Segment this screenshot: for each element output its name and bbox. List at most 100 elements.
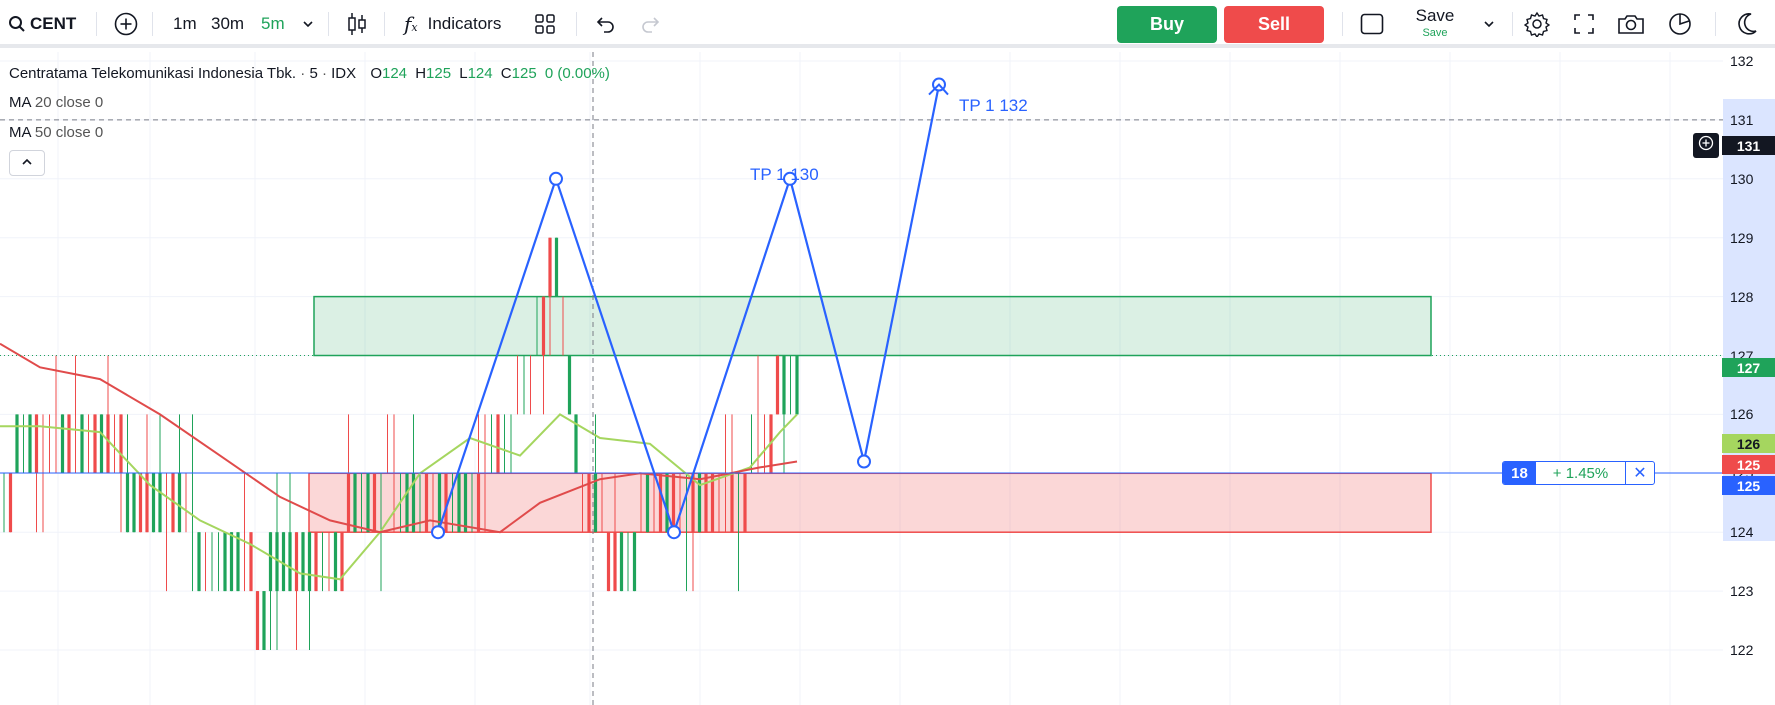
candle-body (463, 473, 468, 533)
candle-body (710, 473, 715, 533)
candle-body (236, 532, 240, 592)
position-price-label: 125 (1722, 476, 1775, 495)
interval-1m[interactable]: 1m (173, 0, 197, 48)
legend-open: 124 (382, 65, 408, 82)
separator (96, 12, 97, 36)
candle-body (730, 473, 734, 533)
tp-label[interactable]: TP 1 130 (750, 165, 819, 185)
close-position-button[interactable]: ✕ (1626, 462, 1654, 484)
indicators-label: Indicators (427, 14, 502, 33)
symbol-name: CENT (30, 14, 77, 33)
candle-body (307, 532, 312, 592)
candles-icon[interactable] (346, 0, 368, 48)
price-tick: 124 (1730, 524, 1754, 541)
symbol-search[interactable]: CENT (8, 0, 76, 48)
position-qty: 18 (1503, 462, 1536, 484)
collapse-legend-button[interactable] (9, 150, 45, 176)
ma20-price-label: 126 (1722, 434, 1775, 453)
chart-pane[interactable] (0, 52, 1723, 705)
candle-body (8, 473, 13, 533)
ma50-legend[interactable]: MA 50 close 0 (9, 124, 103, 141)
price-tick: 126 (1730, 406, 1754, 423)
legend-low: 124 (467, 65, 493, 82)
candle-body (197, 532, 201, 592)
candle-body (99, 414, 104, 474)
candle-body (691, 473, 695, 533)
layout-icon[interactable] (1360, 0, 1384, 48)
add-symbol-icon[interactable] (114, 0, 138, 48)
zone-price-label: 127 (1722, 358, 1775, 377)
candle-body (158, 473, 162, 533)
candle-body (249, 532, 253, 592)
save-button[interactable]: Save Save (1400, 6, 1470, 42)
price-tick: 130 (1730, 170, 1754, 187)
candle-body (119, 414, 123, 474)
candle-body (775, 355, 780, 415)
candle-body (255, 591, 260, 650)
chevron-down-icon[interactable] (1482, 0, 1496, 48)
candle-body (632, 532, 637, 592)
legend-o-label: O (370, 65, 382, 82)
candle-body (548, 237, 552, 297)
templates-icon[interactable] (534, 0, 556, 48)
legend-interval: 5 (309, 65, 318, 82)
buy-button[interactable]: Buy (1117, 6, 1217, 43)
separator (1342, 12, 1343, 36)
pattern-point[interactable] (431, 525, 445, 540)
tp-label[interactable]: TP 1 132 (959, 96, 1028, 116)
candle-body (34, 414, 39, 474)
candle-body (262, 591, 266, 650)
price-tick: 123 (1730, 583, 1754, 600)
candle-body (223, 532, 227, 592)
ma20-params: 20 close 0 (34, 94, 104, 111)
chevron-down-icon[interactable] (301, 0, 315, 48)
legend-symbol-name: Centratama Telekomunikasi Indonesia Tbk. (9, 65, 297, 82)
undo-icon[interactable] (594, 0, 616, 48)
pie-icon[interactable] (1668, 0, 1692, 48)
candle-body (567, 355, 572, 415)
legend-exchange: IDX (331, 65, 357, 82)
settings-icon[interactable] (1524, 0, 1550, 48)
candle-body (177, 473, 182, 533)
position-tag[interactable]: 18 + 1.45% ✕ (1502, 461, 1655, 485)
moon-icon[interactable] (1736, 0, 1758, 48)
interval-5m[interactable]: 5m (261, 0, 285, 48)
separator (152, 12, 153, 36)
ma20-legend[interactable]: MA 20 close 0 (9, 94, 103, 111)
supply-zone[interactable] (313, 295, 1432, 357)
candle-body (366, 473, 370, 533)
candle-body (346, 473, 351, 533)
trading-app: CENT 1m 30m 5m fx Indicators Buy Sell Sa… (0, 0, 1775, 705)
candle-body (268, 532, 273, 592)
legend-change: 0 (0.00%) (544, 65, 610, 82)
candle-body (60, 414, 65, 474)
add-alert-button[interactable] (1693, 133, 1719, 158)
pattern-point[interactable] (667, 525, 681, 540)
indicators-button[interactable]: fx Indicators (404, 0, 501, 48)
pattern-point[interactable] (857, 454, 871, 469)
candle-body (15, 414, 19, 474)
separator (576, 12, 577, 36)
separator (1715, 12, 1716, 36)
camera-icon[interactable] (1617, 0, 1645, 48)
separator (328, 12, 329, 36)
redo-icon[interactable] (640, 0, 662, 48)
candle-body (294, 532, 299, 592)
candle-body (476, 473, 481, 533)
interval-30m[interactable]: 30m (211, 0, 244, 48)
candle-body (496, 414, 500, 474)
candle-body (151, 473, 156, 533)
candle-body (106, 414, 110, 474)
candle-body (671, 473, 676, 533)
chevron-up-icon (20, 154, 34, 172)
position-pnl: + 1.45% (1536, 462, 1626, 484)
candle-body (125, 473, 130, 533)
fullscreen-icon[interactable] (1573, 0, 1595, 48)
crosshair-price-label: 131 (1722, 136, 1775, 155)
candle-body (288, 532, 292, 592)
pattern-point[interactable] (549, 171, 563, 186)
fx-icon: fx (404, 12, 418, 36)
candle-body (554, 237, 559, 297)
save-label: Save (1415, 6, 1455, 25)
sell-button[interactable]: Sell (1224, 6, 1324, 43)
